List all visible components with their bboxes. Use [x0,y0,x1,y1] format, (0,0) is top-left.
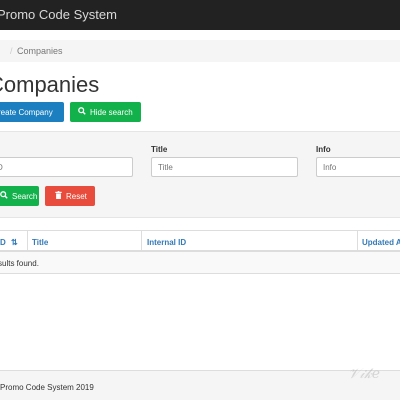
column-header-id-label: D [0,238,6,247]
watermark-logo: 𝒱𝒾𝓀𝑒 [348,366,380,382]
footer-copyright: Promo Code System 2019 [0,383,94,392]
title-filter-input[interactable] [151,157,298,177]
column-header-id[interactable]: D ⇅ [0,230,27,252]
column-header-updated-label: Updated A [362,238,400,247]
create-company-button[interactable]: reate Company [0,102,64,122]
page-title-text: mpanies [16,72,100,97]
id-filter-input[interactable] [0,157,133,177]
search-icon [0,191,8,201]
create-company-label: reate Company [0,107,53,117]
search-button[interactable]: Search [0,186,39,206]
column-header-title[interactable]: Title [27,230,141,252]
column-header-internal-id-label: Internal ID [147,238,187,247]
navbar-brand[interactable]: Promo Code System [0,7,117,22]
search-button-label: Search [12,191,38,201]
column-header-updated-at[interactable]: Updated A [357,230,400,252]
column-header-internal-id[interactable]: Internal ID [141,230,357,252]
top-navbar: Promo Code System [0,0,400,30]
hide-search-label: Hide search [90,107,133,117]
search-icon [78,107,86,117]
reset-button-label: Reset [66,191,87,201]
column-header-title-label: Title [32,238,49,247]
title-filter-label: Title [151,145,168,154]
hide-search-button[interactable]: Hide search [70,102,141,122]
table-empty-row: sults found. [0,252,400,274]
sort-icon: ⇅ [11,238,18,247]
footer: Promo Code System 2019 [0,370,400,400]
breadcrumb-current: Companies [17,46,63,56]
breadcrumb-separator: / [10,46,13,56]
reset-button[interactable]: Reset [45,186,95,206]
empty-message: sults found. [0,259,39,268]
page-title: Companies [0,72,100,97]
breadcrumb: e / Companies [0,40,400,62]
trash-icon [55,191,62,201]
info-filter-label: Info [316,145,331,154]
info-filter-input[interactable] [316,157,400,177]
